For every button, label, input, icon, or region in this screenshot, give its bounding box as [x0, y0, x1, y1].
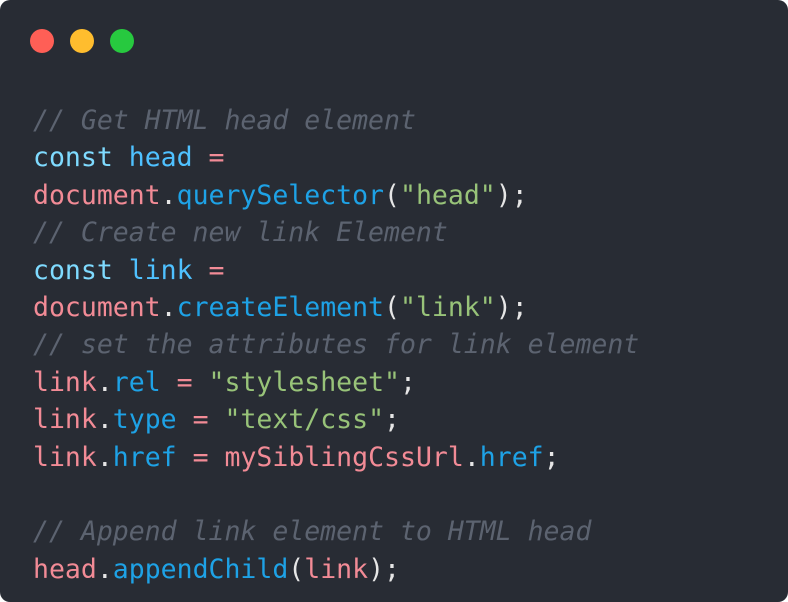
code-line: // set the attributes for link element: [33, 326, 639, 363]
code-token-string: "link": [400, 291, 496, 323]
code-token-variable: document: [33, 179, 161, 211]
code-token-method: href: [479, 441, 544, 473]
code-token-punct: );: [368, 553, 401, 585]
code-line: link.href = mySiblingCssUrl.href;: [33, 439, 639, 476]
code-token-punct: [113, 142, 129, 173]
code-token-comment: // Get HTML head element: [33, 105, 416, 136]
code-token-method: href: [112, 441, 177, 473]
code-token-const-name: link: [128, 254, 193, 286]
code-token-punct: .: [160, 179, 177, 211]
code-token-const-name: head: [128, 142, 193, 174]
code-token-method: type: [112, 404, 177, 436]
code-token-method: createElement: [176, 291, 385, 323]
code-token-punct: ;: [384, 404, 401, 436]
code-line: head.appendChild(link);: [33, 551, 639, 588]
code-token-punct: [113, 255, 129, 286]
code-token-variable: head: [33, 553, 97, 585]
code-token-string: "stylesheet": [208, 366, 400, 398]
code-token-punct: .: [160, 291, 177, 323]
code-token-comment: // Append link element to HTML head: [33, 516, 592, 548]
maximize-dot-icon[interactable]: [110, 29, 134, 53]
code-token-punct: ;: [543, 441, 560, 473]
code-token-punct: (: [384, 291, 400, 323]
code-line: // Append link element to HTML head: [33, 513, 639, 550]
code-token-punct: ;: [400, 366, 416, 398]
code-token-method: appendChild: [112, 553, 289, 585]
code-token-punct: (: [384, 179, 400, 211]
code-token-variable: mySiblingCssUrl: [224, 441, 464, 473]
code-token-punct: );: [495, 179, 528, 211]
code-token-comment: // Create new link Element: [33, 217, 448, 249]
code-line: // Create new link Element: [33, 214, 639, 251]
code-line: const link =: [33, 252, 639, 289]
code-token-variable: link: [33, 404, 97, 436]
code-token-punct: .: [96, 404, 113, 436]
code-token-punct: .: [463, 441, 480, 473]
code-token-operator: =: [192, 142, 225, 174]
code-token-punct: .: [96, 553, 113, 585]
code-token-punct: );: [495, 291, 528, 323]
code-token-punct: .: [96, 366, 113, 398]
code-token-string: "text/css": [224, 404, 385, 436]
code-token-keyword: const: [33, 142, 113, 174]
minimize-dot-icon[interactable]: [70, 29, 94, 53]
code-token-operator: =: [176, 404, 225, 436]
code-token-variable: link: [33, 441, 97, 473]
code-token-operator: =: [160, 366, 209, 398]
code-window: // Get HTML head element const head = docu…: [0, 0, 788, 602]
code-token-comment: // set the attributes for link element: [33, 329, 640, 361]
code-line: document.querySelector("head");: [33, 177, 639, 214]
code-token-operator: =: [176, 441, 225, 473]
code-token-string: "head": [400, 179, 496, 211]
code-line: document.createElement("link");: [33, 289, 639, 326]
code-token-punct: .: [96, 441, 113, 473]
close-dot-icon[interactable]: [30, 29, 54, 53]
code-line: link.rel = "stylesheet";: [33, 364, 639, 401]
code-token-method: querySelector: [176, 179, 385, 211]
code-token-keyword: const: [33, 254, 113, 286]
code-line: const head =: [33, 139, 639, 176]
code-line: link.type = "text/css";: [33, 401, 639, 438]
code-block: // Get HTML head element const head = docu…: [33, 102, 639, 588]
window-titlebar: [0, 0, 788, 80]
code-token-variable: link: [33, 366, 97, 398]
code-token-method: rel: [112, 366, 161, 398]
code-token-operator: =: [192, 254, 225, 286]
code-line: // Get HTML head element: [33, 102, 639, 139]
code-token-variable: link: [304, 553, 369, 585]
code-token-punct: (: [288, 553, 305, 585]
code-token-variable: document: [33, 291, 161, 323]
